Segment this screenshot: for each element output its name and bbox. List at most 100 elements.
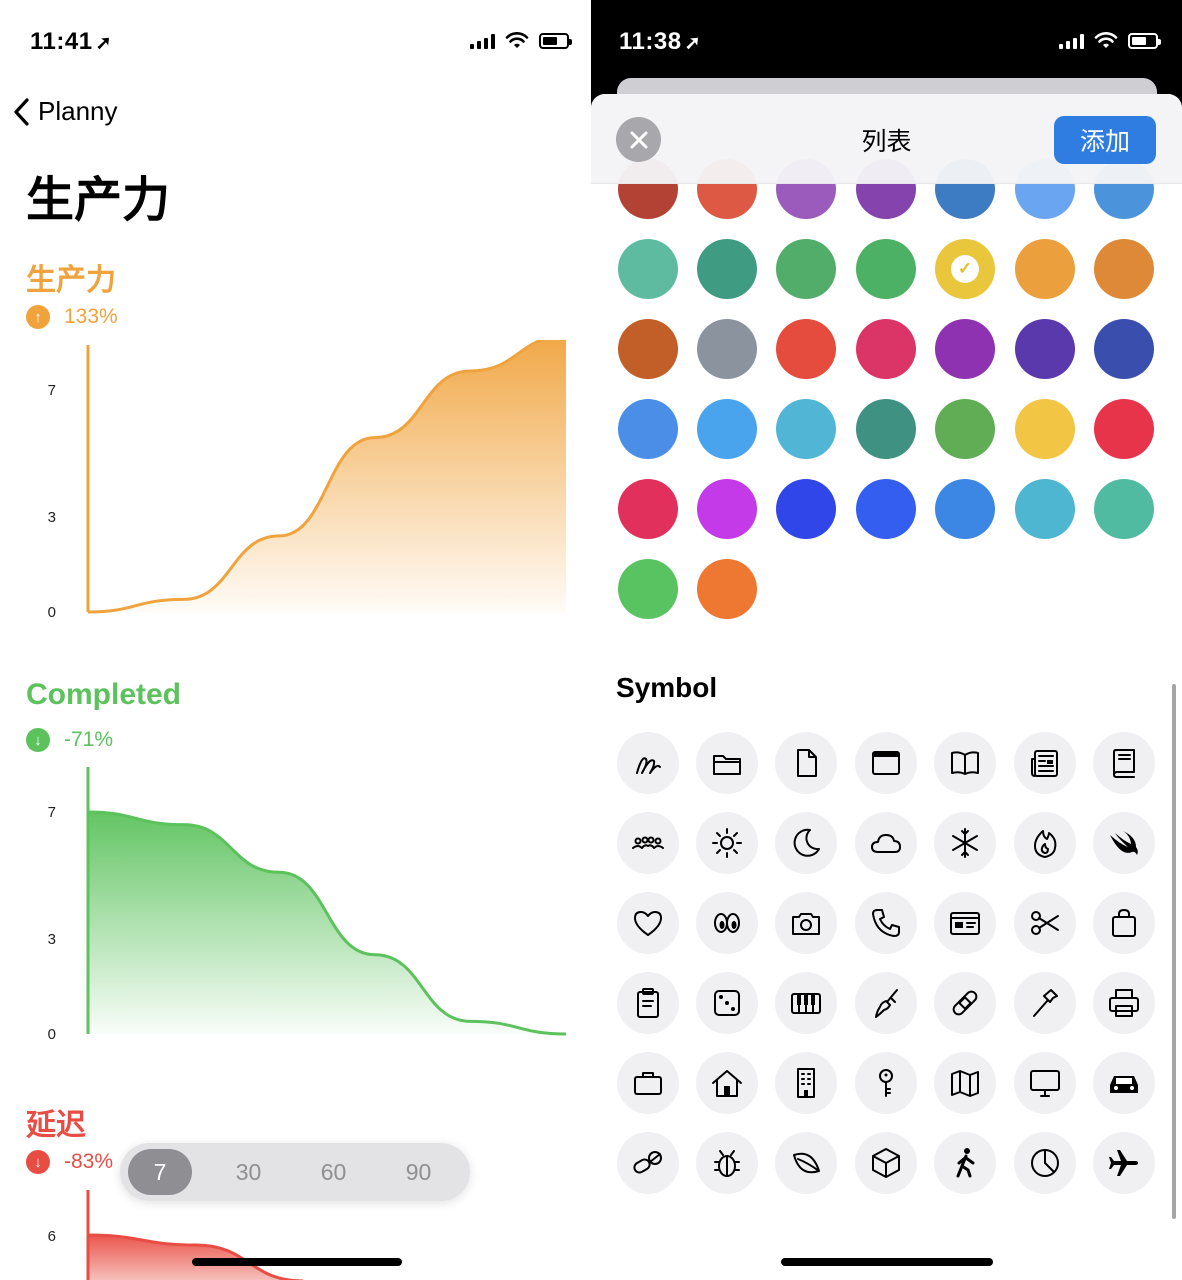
symbol-option[interactable] bbox=[855, 812, 917, 874]
map-icon bbox=[951, 1070, 979, 1097]
symbol-option[interactable] bbox=[1093, 1052, 1155, 1114]
chevron-left-icon bbox=[14, 97, 29, 126]
color-swatch[interactable] bbox=[697, 479, 757, 539]
symbol-option[interactable] bbox=[775, 812, 837, 874]
symbol-option[interactable] bbox=[696, 1052, 758, 1114]
color-swatch[interactable] bbox=[1015, 479, 1075, 539]
section-title-completed: Completed bbox=[26, 678, 182, 711]
chart-area bbox=[88, 812, 566, 1034]
color-swatch[interactable] bbox=[935, 399, 995, 459]
symbol-option[interactable] bbox=[934, 892, 996, 954]
symbol-option[interactable] bbox=[1014, 812, 1076, 874]
color-swatch[interactable] bbox=[856, 479, 916, 539]
color-swatch[interactable] bbox=[776, 319, 836, 379]
location-arrow-icon: ➚ bbox=[684, 33, 701, 54]
color-swatch[interactable] bbox=[776, 479, 836, 539]
symbol-option[interactable] bbox=[934, 732, 996, 794]
color-swatch[interactable] bbox=[856, 239, 916, 299]
symbol-option[interactable] bbox=[1014, 892, 1076, 954]
symbol-option[interactable] bbox=[775, 972, 837, 1034]
hammer-icon bbox=[1033, 989, 1058, 1017]
symbol-option[interactable] bbox=[855, 1132, 917, 1194]
symbol-option[interactable] bbox=[696, 972, 758, 1034]
symbol-option[interactable] bbox=[617, 1052, 679, 1114]
color-swatch[interactable] bbox=[935, 479, 995, 539]
symbol-option[interactable] bbox=[696, 812, 758, 874]
color-swatch[interactable] bbox=[1015, 399, 1075, 459]
color-swatch[interactable] bbox=[1094, 239, 1154, 299]
color-swatch[interactable] bbox=[1094, 479, 1154, 539]
color-swatch[interactable] bbox=[1015, 239, 1075, 299]
range-option-60[interactable]: 60 bbox=[291, 1149, 376, 1195]
y-tick-label: 7 bbox=[48, 804, 56, 821]
symbol-option[interactable] bbox=[1093, 892, 1155, 954]
cloud-icon bbox=[871, 834, 901, 853]
briefcase-icon bbox=[634, 1072, 662, 1095]
symbol-option[interactable] bbox=[1014, 1052, 1076, 1114]
color-swatch[interactable]: ✓ bbox=[935, 239, 995, 299]
symbol-option[interactable] bbox=[855, 972, 917, 1034]
folder-icon bbox=[713, 755, 741, 775]
symbol-option[interactable] bbox=[775, 892, 837, 954]
battery-icon bbox=[539, 33, 572, 49]
symbol-option[interactable] bbox=[1014, 972, 1076, 1034]
color-swatch[interactable] bbox=[1094, 399, 1154, 459]
color-swatch[interactable] bbox=[856, 319, 916, 379]
range-selector[interactable]: 7 30 60 90 bbox=[120, 1143, 470, 1201]
symbol-option[interactable] bbox=[617, 732, 679, 794]
camera-icon bbox=[792, 913, 820, 935]
back-button[interactable]: Planny bbox=[12, 96, 118, 127]
section-title-productivity: 生产力 bbox=[26, 264, 116, 297]
book-open-icon bbox=[951, 751, 979, 775]
range-option-7[interactable]: 7 bbox=[128, 1149, 192, 1195]
symbol-option[interactable] bbox=[1014, 1132, 1076, 1194]
symbol-option[interactable] bbox=[934, 1132, 996, 1194]
symbol-option[interactable] bbox=[775, 1132, 837, 1194]
color-swatch[interactable] bbox=[1015, 319, 1075, 379]
symbol-option[interactable] bbox=[855, 1052, 917, 1114]
symbol-option[interactable] bbox=[696, 1132, 758, 1194]
symbol-option[interactable] bbox=[934, 1052, 996, 1114]
home-indicator[interactable] bbox=[781, 1258, 993, 1266]
symbol-option[interactable] bbox=[1093, 812, 1155, 874]
home-indicator[interactable] bbox=[192, 1258, 402, 1266]
symbol-option[interactable] bbox=[1093, 972, 1155, 1034]
color-swatch[interactable] bbox=[697, 559, 757, 619]
symbol-option[interactable] bbox=[696, 892, 758, 954]
color-swatch[interactable] bbox=[618, 479, 678, 539]
symbol-option[interactable] bbox=[775, 1052, 837, 1114]
symbol-option[interactable] bbox=[617, 892, 679, 954]
color-swatch[interactable] bbox=[618, 239, 678, 299]
symbol-option[interactable] bbox=[1093, 732, 1155, 794]
color-swatch[interactable] bbox=[618, 319, 678, 379]
location-arrow-icon: ➚ bbox=[95, 33, 112, 54]
symbol-option[interactable] bbox=[934, 812, 996, 874]
color-swatch[interactable] bbox=[1094, 319, 1154, 379]
range-option-90[interactable]: 90 bbox=[376, 1149, 461, 1195]
color-swatch[interactable] bbox=[618, 559, 678, 619]
symbol-option[interactable] bbox=[1093, 1132, 1155, 1194]
phone-icon bbox=[872, 909, 900, 937]
color-swatch[interactable] bbox=[618, 399, 678, 459]
color-swatch[interactable] bbox=[776, 239, 836, 299]
symbol-option[interactable] bbox=[855, 732, 917, 794]
symbol-option[interactable] bbox=[775, 732, 837, 794]
symbol-option[interactable] bbox=[696, 732, 758, 794]
symbol-option[interactable] bbox=[617, 972, 679, 1034]
symbol-option[interactable] bbox=[855, 892, 917, 954]
color-swatch[interactable] bbox=[697, 319, 757, 379]
scrollbar[interactable] bbox=[1172, 684, 1176, 1219]
car-icon bbox=[1110, 1076, 1138, 1093]
color-swatch[interactable] bbox=[697, 239, 757, 299]
symbol-option[interactable] bbox=[617, 1132, 679, 1194]
color-swatch[interactable] bbox=[697, 399, 757, 459]
add-button[interactable]: 添加 bbox=[1054, 116, 1156, 164]
symbol-option[interactable] bbox=[617, 812, 679, 874]
color-swatch[interactable] bbox=[935, 319, 995, 379]
range-option-30[interactable]: 30 bbox=[206, 1149, 291, 1195]
symbol-option[interactable] bbox=[934, 972, 996, 1034]
shopping-bag-icon bbox=[1112, 909, 1136, 937]
color-swatch[interactable] bbox=[856, 399, 916, 459]
color-swatch[interactable] bbox=[776, 399, 836, 459]
symbol-option[interactable] bbox=[1014, 732, 1076, 794]
